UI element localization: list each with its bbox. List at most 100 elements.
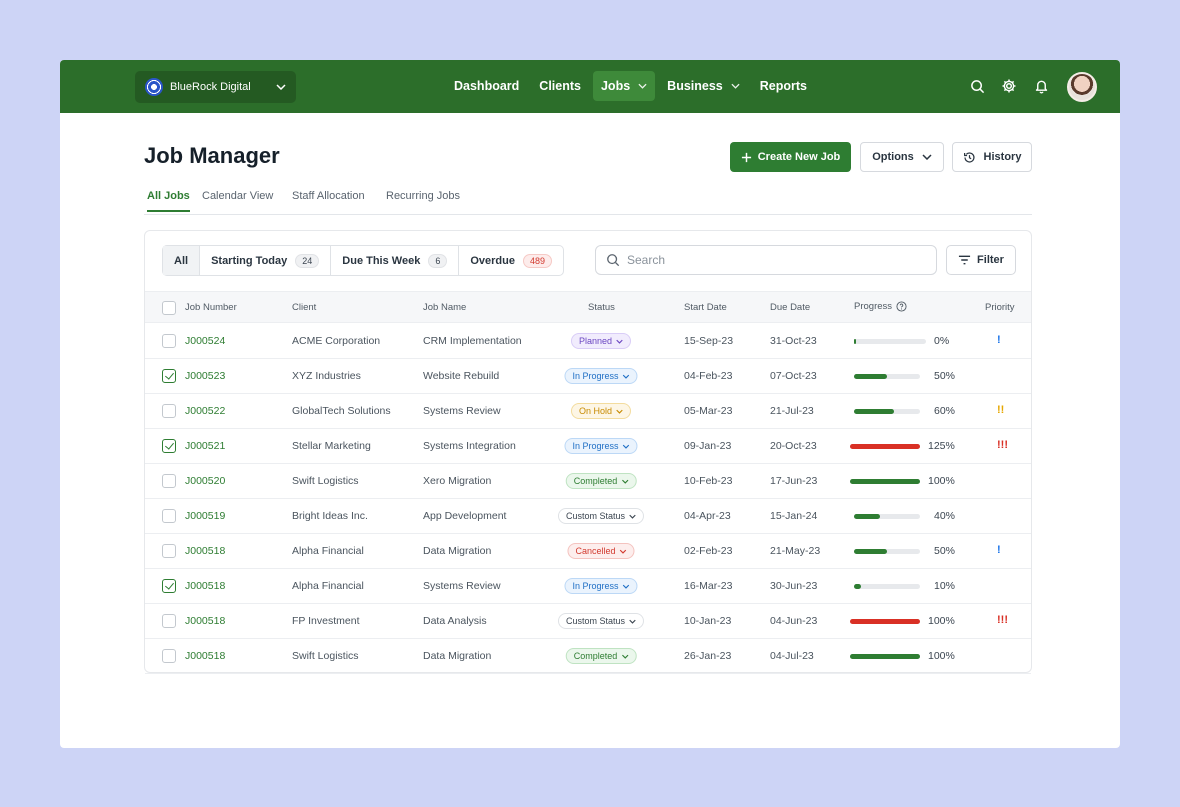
quick-filters: All Starting Today 24 Due This Week 6 Ov… [162,245,565,276]
progress-bar [850,619,920,624]
bell-icon[interactable] [1032,77,1050,95]
row-checkbox[interactable] [162,544,176,558]
progress-bar [854,409,920,414]
status-dropdown[interactable]: Planned [570,333,632,349]
job-number-link[interactable]: J000520 [185,475,225,487]
table-row[interactable]: J000524 ACME Corporation CRM Implementatio… [145,324,1031,359]
col-priority[interactable]: Priority [985,302,1015,313]
plus-icon [741,152,751,162]
row-checkbox[interactable] [162,369,176,383]
nav-dashboard[interactable]: Dashboard [446,71,527,101]
col-job-name[interactable]: Job Name [423,302,466,313]
options-button[interactable]: Options [860,142,944,172]
status-dropdown[interactable]: In Progress [564,438,638,454]
chevron-down-icon [619,549,627,554]
filter-all[interactable]: All [163,246,201,275]
org-logo-icon [145,78,163,96]
job-number-link[interactable]: J000522 [185,405,225,417]
progress-percent: 10% [934,580,956,592]
status-dropdown[interactable]: On Hold [570,403,632,419]
job-number-link[interactable]: J000524 [185,335,225,347]
tab-calendar-view[interactable]: Calendar View [202,190,273,210]
nav-jobs[interactable]: Jobs [592,71,656,101]
row-checkbox[interactable] [162,579,176,593]
search-icon[interactable] [968,77,986,95]
table-row[interactable]: J000518 Swift Logistics Data Migration Comp… [145,639,1031,674]
table-row[interactable]: J000518 FP Investment Data Analysis Custom … [145,604,1031,639]
status-dropdown[interactable]: In Progress [564,578,638,594]
table-row[interactable]: J000519 Bright Ideas Inc. App Development C… [145,499,1031,534]
table-row[interactable]: J000520 Swift Logistics Xero Migration Comp… [145,464,1031,499]
job-number-link[interactable]: J000518 [185,545,225,557]
progress-bar [850,479,920,484]
filter-starting-today[interactable]: Starting Today 24 [200,246,332,275]
create-new-job-button[interactable]: Create New Job [730,142,851,172]
row-checkbox[interactable] [162,404,176,418]
table-row[interactable]: J000521 Stellar Marketing Systems Integrat… [145,429,1031,464]
col-status[interactable]: Status [588,302,615,313]
job-number-link[interactable]: J000518 [185,580,225,592]
user-avatar[interactable] [1067,72,1097,102]
col-client[interactable]: Client [292,302,316,313]
nav-reports[interactable]: Reports [752,71,815,101]
table-row[interactable]: J000518 Alpha Financial Systems Review In P… [145,569,1031,604]
start-date-cell: 16-Mar-23 [684,580,733,592]
org-switcher[interactable]: BlueRock Digital [135,71,296,103]
col-progress[interactable]: Progress [854,301,907,312]
status-dropdown[interactable]: In Progress [564,368,638,384]
nav-clients[interactable]: Clients [531,71,589,101]
job-number-link[interactable]: J000521 [185,440,225,452]
filter-overdue-label: Overdue [470,254,515,267]
help-icon[interactable] [896,301,907,312]
table-row[interactable]: J000522 GlobalTech Solutions Systems Revie… [145,394,1031,429]
status-label: Custom Status [565,616,626,626]
job-number-link[interactable]: J000519 [185,510,225,522]
filter-button[interactable]: Filter [946,245,1016,275]
org-name: BlueRock Digital [170,81,251,93]
col-start-date[interactable]: Start Date [684,302,727,313]
nav-business[interactable]: Business [659,71,748,101]
status-dropdown[interactable]: Custom Status [557,508,645,524]
priority-indicator: ! [997,544,1001,556]
filter-due-this-week[interactable]: Due This Week 6 [331,246,460,275]
top-actions [968,77,1050,95]
progress-fill [854,514,880,519]
main-nav: Dashboard Clients Jobs Business Reports [446,71,815,101]
row-checkbox[interactable] [162,509,176,523]
table-row[interactable]: J000523 XYZ Industries Website Rebuild In P… [145,359,1031,394]
job-number-link[interactable]: J000518 [185,615,225,627]
status-dropdown[interactable]: Custom Status [557,613,645,629]
filter-due-this-week-label: Due This Week [342,254,421,267]
due-date-cell: 04-Jun-23 [770,615,818,627]
count-badge: 24 [295,253,320,268]
row-checkbox[interactable] [162,439,176,453]
table-row[interactable]: J000518 Alpha Financial Data Migration Canc… [145,534,1031,569]
filter-overdue[interactable]: Overdue 489 [459,246,563,275]
row-checkbox[interactable] [162,649,176,663]
start-date-cell: 10-Jan-23 [684,615,732,627]
client-cell: ACME Corporation [292,335,381,347]
status-dropdown[interactable]: Completed [565,648,637,664]
job-number-link[interactable]: J000518 [185,650,225,662]
history-button[interactable]: History [952,142,1032,172]
tab-staff-allocation[interactable]: Staff Allocation [292,190,365,210]
tab-all-jobs[interactable]: All Jobs [147,190,190,212]
status-dropdown[interactable]: Cancelled [567,543,635,559]
row-checkbox[interactable] [162,334,176,348]
row-checkbox[interactable] [162,474,176,488]
tab-recurring-jobs[interactable]: Recurring Jobs [386,190,460,210]
status-dropdown[interactable]: Completed [565,473,637,489]
job-name-cell: Data Analysis [423,615,487,627]
start-date-cell: 09-Jan-23 [684,440,732,452]
filter-all-label: All [174,254,189,267]
col-job-number[interactable]: Job Number [185,302,237,313]
due-date-cell: 20-Oct-23 [770,440,817,452]
col-progress-label: Progress [854,301,893,312]
job-number-link[interactable]: J000523 [185,370,225,382]
col-due-date[interactable]: Due Date [770,302,810,313]
gear-icon[interactable] [1000,77,1018,95]
nav-clients-label: Clients [539,79,581,93]
search-input[interactable] [627,253,917,267]
row-checkbox[interactable] [162,614,176,628]
select-all-checkbox[interactable] [162,301,176,315]
